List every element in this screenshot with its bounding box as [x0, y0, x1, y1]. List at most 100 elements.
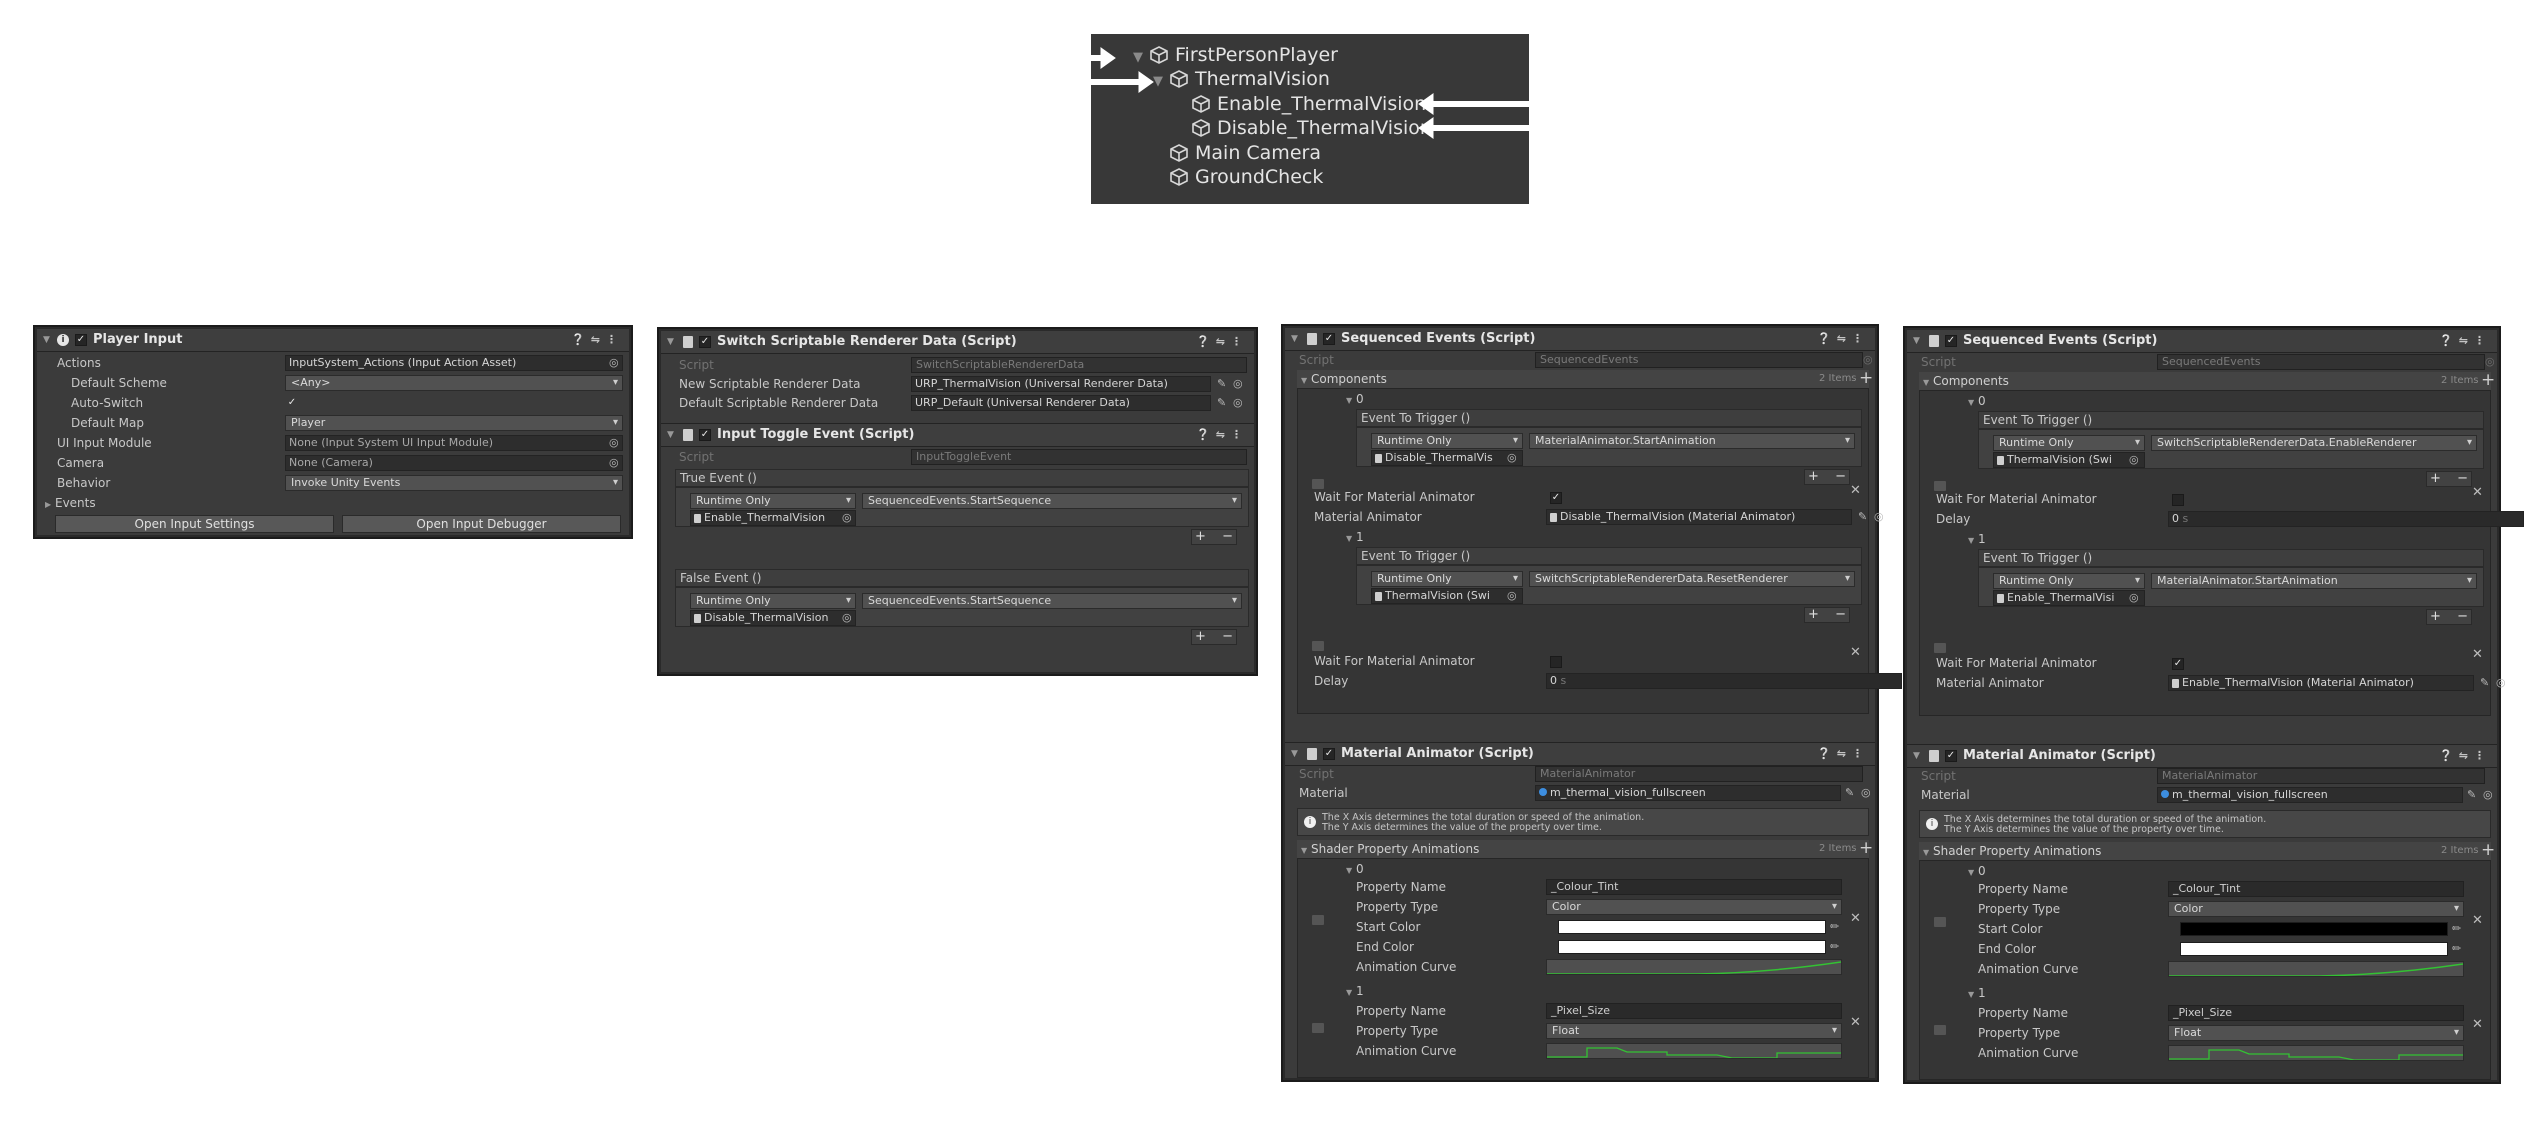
component-header[interactable]: ▼ ✓ Switch Scriptable Renderer Data (Scr…	[661, 331, 1254, 354]
property-name-field[interactable]: _Pixel_Size	[1546, 1003, 1842, 1019]
enable-checkbox[interactable]: ✓	[1945, 335, 1957, 347]
remove-element-icon[interactable]: ✕	[2472, 485, 2483, 500]
animation-curve-field[interactable]	[2168, 1045, 2464, 1061]
animation-curve-field[interactable]	[2168, 961, 2464, 977]
foldout-arrow-icon[interactable]: ▼	[1291, 743, 1298, 765]
edit-icon[interactable]: ✎	[1858, 510, 1867, 523]
edit-icon[interactable]: ✎	[2480, 676, 2489, 689]
add-element-icon[interactable]: +	[2481, 372, 2495, 389]
element-extra-field[interactable]: Disable_ThermalVision (Material Animator…	[1546, 509, 1852, 525]
end-color-swatch[interactable]	[2180, 942, 2448, 956]
target-object-field[interactable]: Disable_ThermalVision	[690, 610, 856, 626]
foldout-arrow-icon[interactable]: ▼	[1923, 848, 1929, 857]
call-mode-dropdown[interactable]: Runtime Only	[1371, 433, 1523, 449]
add-element-icon[interactable]: +	[1859, 370, 1873, 387]
target-object-field[interactable]: Enable_ThermalVisi	[1993, 590, 2145, 606]
object-picker-icon[interactable]: ◎	[1507, 451, 1517, 464]
foldout-arrow-icon[interactable]: ▼	[43, 329, 50, 351]
property-type-dropdown[interactable]: Float	[2168, 1025, 2464, 1041]
object-picker-icon[interactable]: ◎	[609, 356, 619, 369]
object-picker-icon[interactable]: ◎	[1233, 396, 1243, 409]
enable-checkbox[interactable]: ✓	[75, 334, 87, 346]
component-header[interactable]: ▼ i ✓ Player Input ❔⇋⋮	[37, 329, 629, 352]
header-tools[interactable]: ❔⇋⋮	[1196, 331, 1248, 353]
drag-handle-icon[interactable]	[1312, 479, 1324, 489]
edit-icon[interactable]: ✎	[1845, 786, 1854, 799]
ui-input-module-field[interactable]: None (Input System UI Input Module)	[285, 435, 623, 451]
foldout-arrow-icon[interactable]: ▼	[1301, 846, 1307, 855]
call-mode-dropdown[interactable]: Runtime Only	[1371, 571, 1523, 587]
drag-handle-icon[interactable]	[1934, 917, 1946, 927]
foldout-arrow-icon[interactable]: ▼	[1913, 745, 1920, 767]
object-picker-icon[interactable]: ◎	[842, 511, 852, 524]
function-dropdown[interactable]: SwitchScriptableRendererData.EnableRende…	[2151, 435, 2477, 451]
auto-switch-checkbox[interactable]: ✓	[287, 398, 297, 408]
property-name-field[interactable]: _Colour_Tint	[1546, 879, 1842, 895]
add-remove-buttons[interactable]: + −	[1191, 629, 1237, 645]
add-remove-buttons[interactable]: + −	[1191, 529, 1237, 545]
add-element-icon[interactable]: +	[1859, 840, 1873, 857]
add-remove-buttons[interactable]: + −	[2426, 471, 2472, 487]
property-type-dropdown[interactable]: Color	[2168, 901, 2464, 917]
drag-handle-icon[interactable]	[1934, 643, 1946, 653]
animation-curve-field[interactable]	[1546, 1043, 1842, 1059]
element-foldout[interactable]: ▼ 1	[1968, 985, 1986, 1003]
call-mode-dropdown[interactable]: Runtime Only	[690, 593, 856, 609]
wait-for-animator-checkbox[interactable]	[2172, 494, 2184, 506]
edit-icon[interactable]: ✎	[2467, 788, 2476, 801]
eyedropper-icon[interactable]: ✏	[2452, 942, 2461, 955]
wait-for-animator-checkbox[interactable]: ✓	[2172, 658, 2184, 670]
object-picker-icon[interactable]: ◎	[2483, 788, 2493, 801]
element-foldout[interactable]: ▼ 0	[1968, 393, 1986, 411]
function-dropdown[interactable]: SequencedEvents.StartSequence	[862, 493, 1242, 509]
component-header[interactable]: ▼ ✓ Sequenced Events (Script) ❔⇋⋮	[1907, 330, 2497, 353]
drag-handle-icon[interactable]	[1312, 915, 1324, 925]
open-input-settings-button[interactable]: Open Input Settings	[55, 515, 334, 533]
drag-handle-icon[interactable]	[1312, 641, 1324, 651]
target-object-field[interactable]: ThermalVision (Swi	[1371, 588, 1523, 604]
add-remove-buttons[interactable]: + −	[2426, 609, 2472, 625]
foldout-arrow-icon[interactable]: ▼	[1301, 376, 1307, 385]
call-mode-dropdown[interactable]: Runtime Only	[1993, 435, 2145, 451]
object-picker-icon[interactable]: ◎	[1874, 510, 1884, 523]
object-picker-icon[interactable]: ◎	[609, 436, 619, 449]
object-picker-icon[interactable]: ◎	[2496, 676, 2506, 689]
property-name-field[interactable]: _Pixel_Size	[2168, 1005, 2464, 1021]
element-extra-field[interactable]: 0 s	[1546, 673, 1902, 689]
header-tools[interactable]: ❔⇋⋮	[1817, 328, 1869, 350]
element-extra-field[interactable]: 0 s	[2168, 511, 2524, 527]
default-scheme-dropdown[interactable]: <Any>	[285, 375, 623, 391]
add-element-icon[interactable]: +	[2481, 842, 2495, 859]
function-dropdown[interactable]: SwitchScriptableRendererData.ResetRender…	[1529, 571, 1855, 587]
remove-element-icon[interactable]: ✕	[2472, 647, 2483, 662]
target-object-field[interactable]: Enable_ThermalVision	[690, 510, 856, 526]
element-extra-field[interactable]: Enable_ThermalVision (Material Animator)	[2168, 675, 2474, 691]
eyedropper-icon[interactable]: ✏	[1830, 940, 1839, 953]
add-remove-buttons[interactable]: + −	[1804, 607, 1850, 623]
events-foldout[interactable]: ▶ Events	[45, 495, 96, 513]
object-picker-icon[interactable]: ◎	[842, 611, 852, 624]
eyedropper-icon[interactable]: ✏	[1830, 920, 1839, 933]
foldout-arrow-icon[interactable]: ▼	[1913, 330, 1920, 352]
default-map-dropdown[interactable]: Player	[285, 415, 623, 431]
remove-element-icon[interactable]: ✕	[1850, 483, 1861, 498]
new-renderer-data-field[interactable]: URP_ThermalVision (Universal Renderer Da…	[911, 376, 1211, 392]
component-header[interactable]: ▼ ✓ Sequenced Events (Script) ❔⇋⋮	[1285, 328, 1875, 351]
drag-handle-icon[interactable]	[1934, 481, 1946, 491]
edit-icon[interactable]: ✎	[1217, 396, 1226, 409]
remove-element-icon[interactable]: ✕	[1850, 1015, 1861, 1030]
object-picker-icon[interactable]: ◎	[1861, 786, 1871, 799]
enable-checkbox[interactable]: ✓	[1323, 748, 1335, 760]
open-input-debugger-button[interactable]: Open Input Debugger	[342, 515, 621, 533]
camera-field[interactable]: None (Camera)	[285, 455, 623, 471]
foldout-arrow-icon[interactable]: ▼	[1291, 328, 1298, 350]
header-tools[interactable]: ❔⇋⋮	[1196, 424, 1248, 446]
material-field[interactable]: m_thermal_vision_fullscreen	[1535, 785, 1841, 801]
element-foldout[interactable]: ▼ 0	[1346, 861, 1364, 879]
property-type-dropdown[interactable]: Color	[1546, 899, 1842, 915]
enable-checkbox[interactable]: ✓	[699, 336, 711, 348]
edit-icon[interactable]: ✎	[1217, 377, 1226, 390]
object-picker-icon[interactable]: ◎	[609, 456, 619, 469]
enable-checkbox[interactable]: ✓	[1945, 750, 1957, 762]
drag-handle-icon[interactable]	[1934, 1025, 1946, 1035]
